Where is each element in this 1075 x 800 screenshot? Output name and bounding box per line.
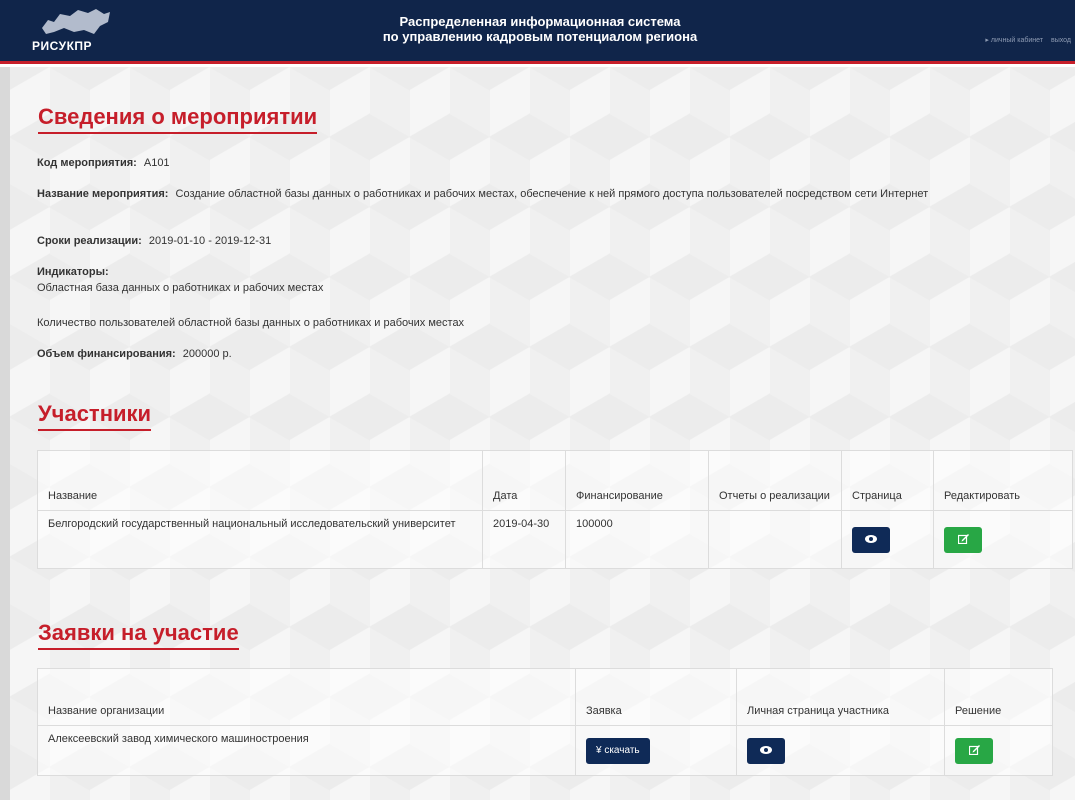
participants-section-title: Участники	[38, 401, 152, 431]
participant-page-cell	[736, 725, 945, 776]
event-code-label: Код мероприятия:	[37, 157, 137, 169]
col-application: Заявка	[575, 668, 737, 726]
header-links: ▸ личный кабинет выход	[979, 36, 1071, 44]
download-label: ¥ скачать	[596, 744, 640, 756]
top-header: РИСУКПР Распределенная информационная си…	[0, 0, 1075, 64]
event-period: Сроки реализации: 2019-01-10 - 2019-12-3…	[37, 233, 271, 249]
logo-text: РИСУКПР	[32, 39, 93, 53]
indicators-label: Индикаторы:	[37, 266, 109, 278]
applications-section-title: Заявки на участие	[38, 620, 239, 650]
event-name: Название мероприятия: Создание областной…	[37, 186, 1062, 202]
participants-table: Название Дата Финансирование Отчеты о ре…	[37, 450, 1073, 569]
view-page-button[interactable]	[852, 526, 890, 553]
col-decision: Решение	[944, 668, 1053, 726]
participant-reports	[708, 510, 842, 569]
indicator-item: Областная база данных о работниках и раб…	[37, 282, 324, 294]
funding-value: 200000 р.	[182, 348, 232, 360]
event-period-value: 2019-01-10 - 2019-12-31	[148, 235, 272, 247]
title-line-1: Распределенная информационная система	[399, 14, 681, 29]
logo[interactable]: РИСУКПР	[32, 6, 122, 60]
view-participant-button[interactable]	[747, 737, 785, 764]
event-indicators: Индикаторы: Областная база данных о рабо…	[37, 264, 323, 296]
table-row: Алексеевский завод химического машиностр…	[37, 725, 1053, 776]
edit-button[interactable]	[944, 526, 982, 553]
title-line-2: по управлению кадровым потенциалом регио…	[382, 29, 698, 44]
col-page: Страница	[841, 450, 934, 511]
main-content: Сведения о мероприятии Код мероприятия: …	[10, 67, 1075, 800]
org-name: Алексеевский завод химического машиностр…	[37, 725, 576, 776]
russia-map-icon	[42, 9, 110, 34]
download-button[interactable]: ¥ скачать	[586, 737, 650, 764]
edit-icon	[957, 533, 969, 544]
col-name: Название	[37, 450, 483, 511]
col-date: Дата	[482, 450, 566, 511]
decision-cell	[944, 725, 1053, 776]
event-period-label: Сроки реализации:	[37, 235, 142, 247]
event-name-value: Создание областной базы данных о работни…	[175, 188, 929, 200]
col-participant-page: Личная страница участника	[736, 668, 945, 726]
indicator-item: Количество пользователей областной базы …	[37, 317, 465, 329]
decision-edit-button[interactable]	[955, 737, 993, 764]
participant-funding: 100000	[565, 510, 709, 569]
table-row: Белгородский государственный национальны…	[37, 510, 1073, 569]
event-code-value: А101	[143, 157, 170, 169]
logout-link[interactable]: выход	[1051, 37, 1071, 44]
page-title: Распределенная информационная система по…	[330, 14, 750, 44]
col-reports: Отчеты о реализации	[708, 450, 842, 511]
edit-icon	[968, 744, 980, 755]
event-name-label: Название мероприятия:	[37, 188, 169, 200]
participant-edit-cell	[933, 510, 1073, 569]
participant-name: Белгородский государственный национальны…	[37, 510, 483, 569]
applications-table: Название организации Заявка Личная стран…	[37, 668, 1053, 776]
table-header-row: Название Дата Финансирование Отчеты о ре…	[37, 450, 1073, 511]
application-cell: ¥ скачать	[575, 725, 737, 776]
col-org-name: Название организации	[37, 668, 576, 726]
participant-page-cell	[841, 510, 934, 569]
funding-label: Объем финансирования:	[37, 348, 176, 360]
event-section-title: Сведения о мероприятии	[38, 104, 318, 134]
eye-icon	[760, 745, 772, 754]
col-funding: Финансирование	[565, 450, 709, 511]
eye-icon	[865, 534, 877, 543]
side-strip	[0, 67, 10, 800]
event-funding: Объем финансирования: 200000 р.	[37, 346, 232, 362]
cabinet-link[interactable]: ▸ личный кабинет	[985, 37, 1043, 44]
event-code: Код мероприятия: А101	[37, 155, 170, 171]
table-header-row: Название организации Заявка Личная стран…	[37, 668, 1053, 726]
col-edit: Редактировать	[933, 450, 1073, 511]
participant-date: 2019-04-30	[482, 510, 566, 569]
